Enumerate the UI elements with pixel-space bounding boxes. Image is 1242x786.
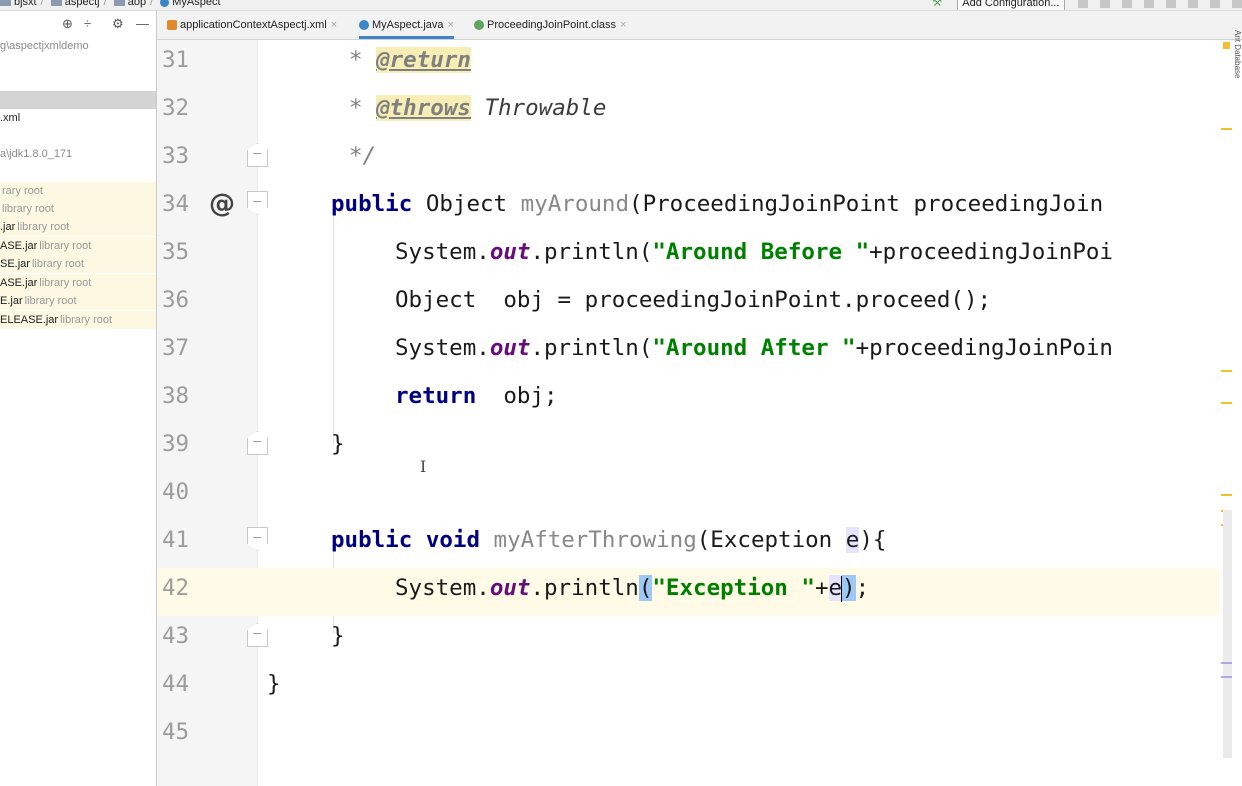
close-icon[interactable]: ×	[620, 19, 626, 31]
xml-file-icon	[167, 20, 177, 31]
tree-item[interactable]	[0, 91, 156, 109]
java-class-icon	[359, 20, 369, 31]
breadcrumb: bjsxt / aspectj / aop / MyAspect	[0, 0, 225, 8]
interface-class-icon	[474, 20, 484, 31]
library-tree-item[interactable]: ASE.jar library root	[0, 274, 156, 292]
code-line-41[interactable]: 41 public void myAfterThrowing(Exception…	[157, 520, 1242, 568]
code-line-43[interactable]: 43 }	[157, 616, 1242, 664]
stop-icon[interactable]	[1165, 0, 1176, 9]
code-line-34[interactable]: 34 @ public Object myAround(ProceedingJo…	[157, 184, 1242, 232]
code-line-33[interactable]: 33 */	[157, 136, 1242, 184]
analysis-status-icon[interactable]	[1223, 42, 1230, 49]
code-line-40[interactable]: 40	[157, 472, 1242, 520]
fold-collapse-icon[interactable]	[247, 431, 268, 455]
library-tree-item[interactable]: SE.jar library root	[0, 255, 156, 273]
run-icon[interactable]	[1077, 0, 1088, 9]
library-tree-item[interactable]: ASE.jar library root	[0, 237, 156, 255]
library-tree-item[interactable]: .jar library root	[0, 218, 156, 236]
matched-paren-highlight: )	[842, 575, 856, 601]
folder-icon	[0, 0, 11, 7]
folder-icon	[50, 0, 62, 7]
library-tree-item[interactable]: rary root	[0, 182, 156, 200]
add-configuration-button[interactable]: Add Configuration...	[957, 0, 1065, 10]
tab-application-context-aspectj-xml[interactable]: applicationContextAspectj.xml ×	[167, 11, 337, 39]
error-stripe-scrollbar[interactable]	[1219, 40, 1242, 786]
code-line-35[interactable]: 35 System.out.println("Around Before "+p…	[157, 232, 1242, 280]
aspect-advice-at-icon[interactable]: @	[209, 184, 235, 224]
matched-paren-highlight: (	[638, 575, 653, 601]
search-icon[interactable]	[1232, 0, 1242, 9]
gear-icon[interactable]: ⚙	[112, 16, 124, 32]
code-line-39[interactable]: 39 }	[157, 424, 1242, 472]
code-line-31[interactable]: 31 * @return	[157, 40, 1242, 88]
library-tree-item[interactable]: library root	[0, 200, 156, 218]
fold-collapse-icon[interactable]	[247, 143, 268, 167]
hide-panel-icon[interactable]: —	[136, 16, 149, 31]
code-line-36[interactable]: 36 Object obj = proceedingJoinPoint.proc…	[157, 280, 1242, 328]
code-line-32[interactable]: 32 * @throws Throwable	[157, 88, 1242, 136]
code-line-44[interactable]: 44 }	[157, 664, 1242, 712]
breadcrumb-item-bjsxt[interactable]: bjsxt	[0, 0, 37, 8]
fold-collapse-icon[interactable]	[247, 191, 268, 215]
library-tree-item[interactable]: ELEASE.jar library root	[0, 311, 156, 329]
right-tool-window-tabs[interactable]: Ant Database	[1233, 30, 1242, 140]
breadcrumb-item-myaspect[interactable]: MyAspect	[160, 0, 221, 8]
fold-collapse-icon[interactable]	[247, 527, 268, 551]
mouse-ibeam-cursor-icon: I	[420, 457, 427, 476]
code-editor[interactable]: 31 * @return 32 * @throws Throwable 33 *…	[157, 40, 1242, 786]
breadcrumb-item-aspectj[interactable]: aspectj	[50, 0, 100, 8]
coverage-icon[interactable]	[1121, 0, 1132, 9]
breadcrumb-item-aop[interactable]: aop	[113, 0, 146, 8]
fold-collapse-icon[interactable]	[247, 623, 268, 647]
code-line-45[interactable]: 45	[157, 712, 1242, 760]
close-icon[interactable]: ×	[331, 19, 337, 31]
collapse-all-icon[interactable]: ÷	[84, 16, 91, 31]
folder-icon	[113, 0, 125, 7]
locate-target-icon[interactable]: ⊕	[62, 16, 73, 32]
java-class-icon	[160, 0, 170, 7]
debug-icon[interactable]	[1099, 0, 1110, 9]
tree-item[interactable]: g\aspectjxmldemo	[0, 37, 156, 55]
project-structure-icon[interactable]	[1187, 0, 1198, 9]
library-tree-item[interactable]: E.jar library root	[0, 292, 156, 310]
navigation-bar: bjsxt / aspectj / aop / MyAspect ⚒ Add Conf…	[0, 0, 1242, 11]
code-line-42-current[interactable]: 42 System.out.println("Exception "+e);	[157, 568, 1242, 616]
build-hammer-icon[interactable]: ⚒	[932, 0, 946, 9]
project-tool-window: ⊕ ÷ ⚙ — g\aspectjxmldemo .xml a\jdk1.8.0_1…	[0, 11, 157, 786]
tab-myaspect-java[interactable]: MyAspect.java ×	[359, 11, 454, 39]
project-panel-toolbar: ⊕ ÷ ⚙ —	[0, 16, 156, 34]
close-icon[interactable]: ×	[448, 19, 454, 31]
tree-item[interactable]: a\jdk1.8.0_171	[0, 145, 156, 163]
code-line-38[interactable]: 38 return obj;	[157, 376, 1242, 424]
profile-icon[interactable]	[1143, 0, 1154, 9]
tab-proceeding-join-point-class[interactable]: ProceedingJoinPoint.class ×	[474, 11, 626, 39]
code-line-37[interactable]: 37 System.out.println("Around After "+pr…	[157, 328, 1242, 376]
tree-item[interactable]: .xml	[0, 109, 156, 127]
scroll-thumb[interactable]	[1223, 510, 1232, 758]
terminal-icon[interactable]	[1209, 0, 1220, 9]
run-toolbar: ⚒ Add Configuration...	[932, 0, 1242, 10]
editor-tab-bar: applicationContextAspectj.xml × MyAspect.…	[157, 11, 1242, 40]
